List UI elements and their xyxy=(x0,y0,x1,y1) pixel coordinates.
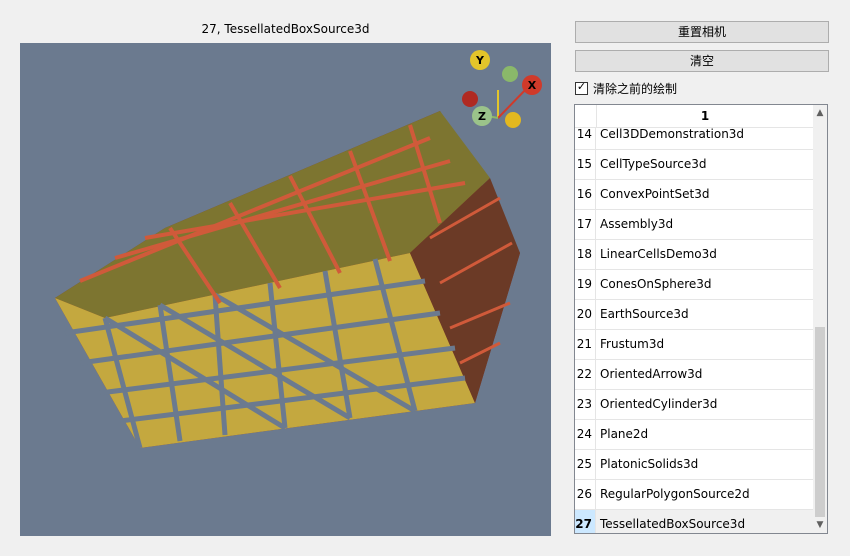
row-number[interactable]: 27 xyxy=(575,510,596,533)
table-row[interactable]: 25 PlatonicSolids3d xyxy=(575,450,813,480)
row-example-name[interactable]: Cell3DDemonstration3d xyxy=(596,127,813,149)
axis-minus-z-dot xyxy=(462,91,478,107)
row-number[interactable]: 24 xyxy=(575,420,596,449)
clear-previous-checkbox[interactable]: ✓ xyxy=(575,79,588,95)
table-row[interactable]: 19 ConesOnSphere3d xyxy=(575,270,813,300)
axis-minus-y-dot xyxy=(505,112,521,128)
row-example-name[interactable]: ConesOnSphere3d xyxy=(596,270,813,299)
row-number[interactable]: 15 xyxy=(575,150,596,179)
table-row[interactable]: 17 Assembly3d xyxy=(575,210,813,240)
table-row[interactable]: 18 LinearCellsDemo3d xyxy=(575,240,813,270)
reset-camera-button[interactable]: 重置相机 xyxy=(575,21,829,43)
scroll-down-icon[interactable]: ▼ xyxy=(813,517,827,533)
axis-x-label: X xyxy=(528,79,537,92)
table-row[interactable]: 26 RegularPolygonSource2d xyxy=(575,480,813,510)
row-number[interactable]: 22 xyxy=(575,360,596,389)
column-header[interactable]: 1 xyxy=(597,105,813,127)
row-number[interactable]: 23 xyxy=(575,390,596,419)
row-example-name[interactable]: Assembly3d xyxy=(596,210,813,239)
row-number[interactable]: 17 xyxy=(575,210,596,239)
table-row[interactable]: 27 TessellatedBoxSource3d xyxy=(575,510,813,533)
vertical-scrollbar[interactable]: ▲ ▼ xyxy=(813,105,827,533)
axis-z-label: Z xyxy=(478,110,486,123)
table-row[interactable]: 20 EarthSource3d xyxy=(575,300,813,330)
row-number[interactable]: 26 xyxy=(575,480,596,509)
tessellated-box-render: Y X Z xyxy=(55,50,542,449)
table-header: 1 xyxy=(575,105,813,128)
axis-minus-x-dot xyxy=(502,66,518,82)
row-example-name[interactable]: RegularPolygonSource2d xyxy=(596,480,813,509)
clear-button[interactable]: 清空 xyxy=(575,50,829,72)
clear-previous-checkbox-row[interactable]: ✓ 清除之前的绘制 xyxy=(575,79,677,97)
row-example-name[interactable]: LinearCellsDemo3d xyxy=(596,240,813,269)
row-example-name[interactable]: PlatonicSolids3d xyxy=(596,450,813,479)
scrollbar-thumb[interactable] xyxy=(815,327,825,517)
table-row[interactable]: 24 Plane2d xyxy=(575,420,813,450)
orientation-axes-widget: Y X Z xyxy=(462,50,542,128)
row-number[interactable]: 25 xyxy=(575,450,596,479)
table-row[interactable]: 15 CellTypeSource3d xyxy=(575,150,813,180)
row-example-name[interactable]: OrientedArrow3d xyxy=(596,360,813,389)
table-corner xyxy=(575,105,597,127)
row-number[interactable]: 20 xyxy=(575,300,596,329)
table-row[interactable]: 16 ConvexPointSet3d xyxy=(575,180,813,210)
row-number[interactable]: 18 xyxy=(575,240,596,269)
row-number[interactable]: 14 xyxy=(575,127,596,149)
row-example-name[interactable]: EarthSource3d xyxy=(596,300,813,329)
row-example-name[interactable]: CellTypeSource3d xyxy=(596,150,813,179)
row-example-name[interactable]: Frustum3d xyxy=(596,330,813,359)
table-body: 14 Cell3DDemonstration3d 15 CellTypeSource3… xyxy=(575,127,813,533)
row-example-name[interactable]: Plane2d xyxy=(596,420,813,449)
row-number[interactable]: 16 xyxy=(575,180,596,209)
table-row[interactable]: 14 Cell3DDemonstration3d xyxy=(575,127,813,150)
table-row[interactable]: 23 OrientedCylinder3d xyxy=(575,390,813,420)
row-example-name[interactable]: OrientedCylinder3d xyxy=(596,390,813,419)
axis-y-label: Y xyxy=(475,54,485,67)
checkmark-icon: ✓ xyxy=(576,79,587,93)
row-example-name[interactable]: ConvexPointSet3d xyxy=(596,180,813,209)
viewport-title: 27, TessellatedBoxSource3d xyxy=(201,22,370,36)
row-number[interactable]: 19 xyxy=(575,270,596,299)
table-row[interactable]: 22 OrientedArrow3d xyxy=(575,360,813,390)
clear-previous-label: 清除之前的绘制 xyxy=(593,81,678,96)
scroll-up-icon[interactable]: ▲ xyxy=(813,105,827,121)
table-row[interactable]: 21 Frustum3d xyxy=(575,330,813,360)
row-number[interactable]: 21 xyxy=(575,330,596,359)
render-viewport[interactable]: Y X Z xyxy=(20,43,551,536)
row-example-name[interactable]: TessellatedBoxSource3d xyxy=(596,510,813,533)
example-list-table[interactable]: 1 14 Cell3DDemonstration3d 15 CellTypeSourc… xyxy=(574,104,828,534)
